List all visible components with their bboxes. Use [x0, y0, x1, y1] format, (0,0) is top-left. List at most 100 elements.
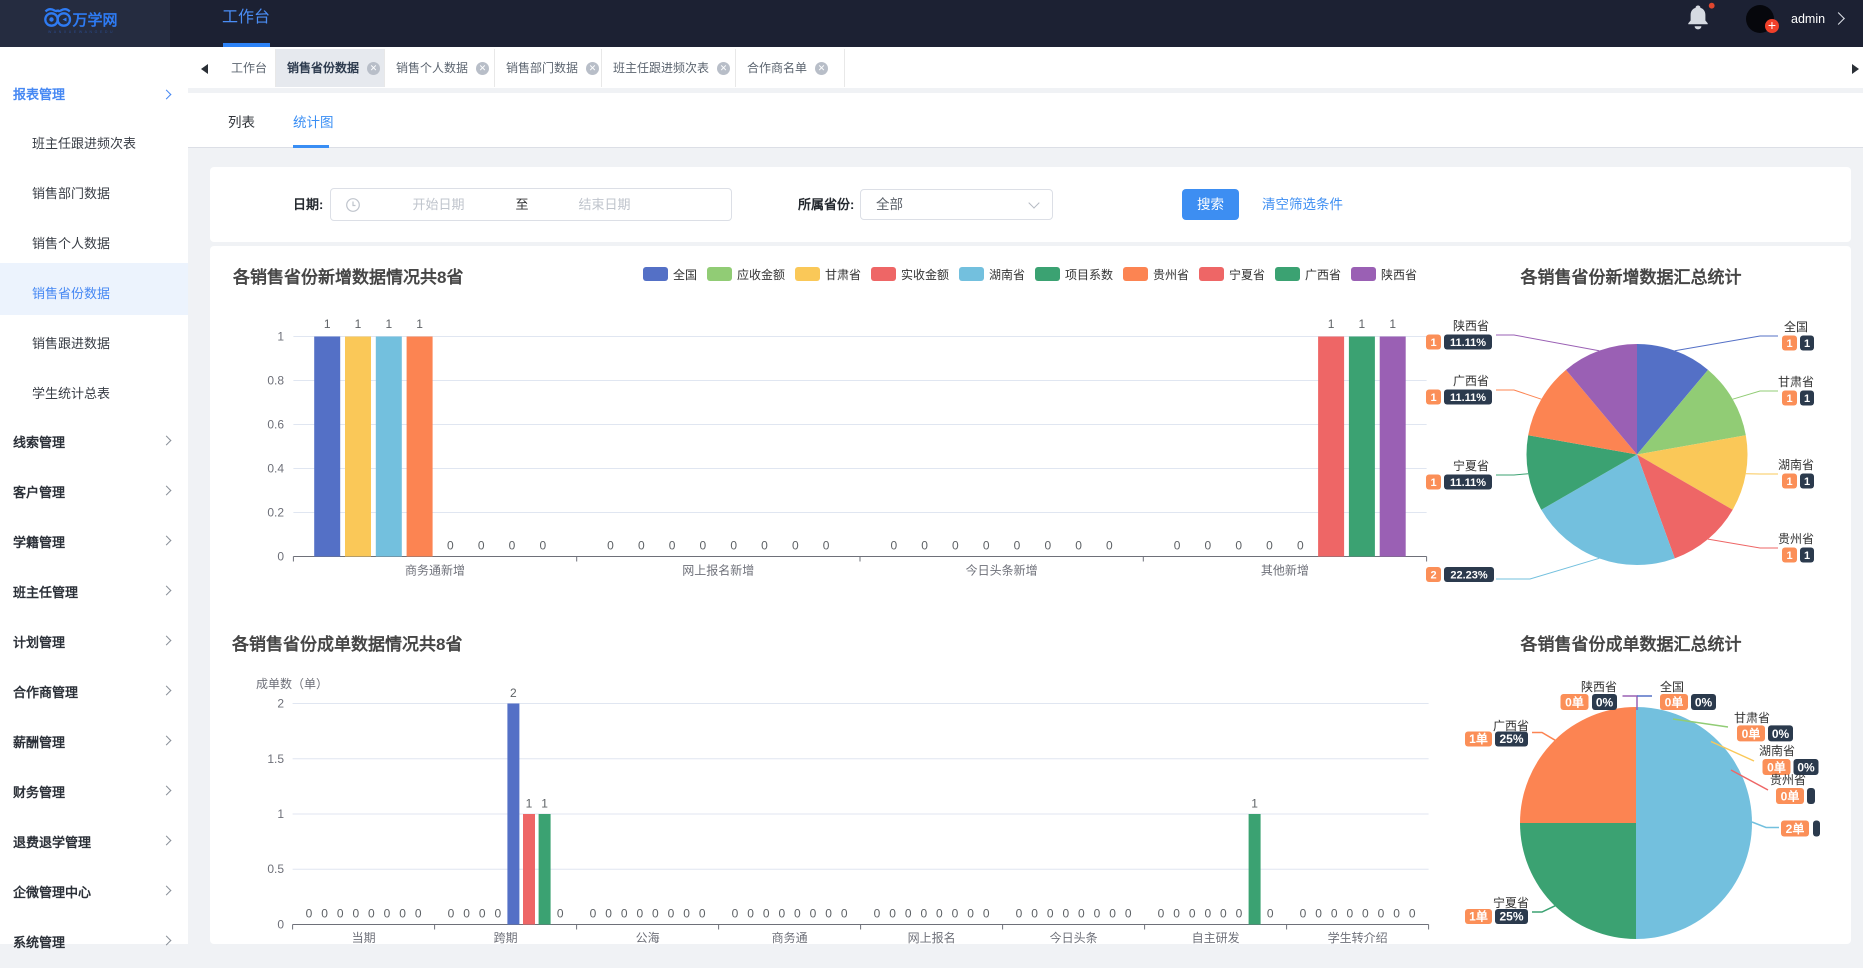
svg-text:贵州省: 贵州省 — [1778, 532, 1814, 546]
svg-text:0: 0 — [874, 907, 881, 921]
svg-text:0.4: 0.4 — [267, 462, 284, 476]
svg-text:0: 0 — [823, 539, 830, 553]
svg-text:0: 0 — [605, 907, 612, 921]
svg-text:1: 1 — [526, 797, 533, 811]
svg-text:0: 0 — [590, 907, 597, 921]
svg-text:0: 0 — [794, 907, 801, 921]
svg-text:22.23%: 22.23% — [1450, 570, 1488, 582]
svg-text:跨期: 跨期 — [494, 931, 518, 944]
svg-text:0: 0 — [983, 539, 990, 553]
svg-text:0: 0 — [841, 907, 848, 921]
svg-text:0: 0 — [1014, 539, 1021, 553]
svg-text:1: 1 — [541, 797, 548, 811]
svg-text:0: 0 — [763, 907, 770, 921]
svg-text:0: 0 — [638, 539, 645, 553]
svg-text:0: 0 — [415, 907, 422, 921]
svg-text:0: 0 — [905, 907, 912, 921]
svg-text:0: 0 — [825, 907, 832, 921]
svg-text:0: 0 — [509, 539, 516, 553]
svg-text:0: 0 — [1331, 907, 1338, 921]
svg-text:各销售省份成单数据情况共8省: 各销售省份成单数据情况共8省 — [231, 634, 462, 654]
svg-text:项目系数: 项目系数 — [1065, 267, 1113, 282]
svg-text:0: 0 — [306, 907, 313, 921]
svg-text:宁夏省: 宁夏省 — [1493, 895, 1529, 910]
svg-text:1: 1 — [1359, 317, 1366, 331]
svg-text:宁夏省: 宁夏省 — [1229, 267, 1265, 282]
svg-text:0: 0 — [447, 539, 454, 553]
svg-text:广西省: 广西省 — [1453, 374, 1489, 388]
svg-text:1: 1 — [1804, 393, 1810, 405]
svg-text:0: 0 — [792, 539, 799, 553]
svg-text:0: 0 — [1300, 907, 1307, 921]
svg-text:0: 0 — [277, 550, 284, 564]
svg-text:1: 1 — [1430, 337, 1436, 349]
svg-text:0%: 0% — [1596, 696, 1614, 710]
svg-text:实收金额: 实收金额 — [901, 267, 949, 282]
svg-text:学生转介绍: 学生转介绍 — [1328, 930, 1388, 944]
svg-text:公海: 公海 — [636, 930, 660, 944]
svg-text:0: 0 — [1315, 907, 1322, 921]
svg-text:0: 0 — [700, 539, 707, 553]
svg-text:0: 0 — [337, 907, 344, 921]
svg-text:1: 1 — [1804, 476, 1810, 488]
svg-text:0: 0 — [463, 907, 470, 921]
svg-text:0: 0 — [952, 539, 959, 553]
svg-text:0: 0 — [952, 907, 959, 921]
svg-text:25%: 25% — [1499, 910, 1523, 924]
svg-text:0单: 0单 — [1781, 789, 1800, 804]
svg-text:0: 0 — [1362, 907, 1369, 921]
svg-text:全国: 全国 — [1660, 679, 1684, 694]
svg-text:0: 0 — [621, 907, 628, 921]
svg-text:0: 0 — [1204, 907, 1211, 921]
svg-text:1: 1 — [277, 807, 284, 821]
svg-text:0: 0 — [1346, 907, 1353, 921]
svg-text:0: 0 — [920, 907, 927, 921]
svg-text:成单数（单）: 成单数（单） — [256, 676, 328, 691]
svg-text:0: 0 — [448, 907, 455, 921]
svg-text:网上报名新增: 网上报名新增 — [682, 563, 754, 578]
svg-text:0: 0 — [1267, 907, 1274, 921]
svg-text:0: 0 — [1125, 907, 1132, 921]
svg-text:0: 0 — [1236, 907, 1243, 921]
svg-text:0: 0 — [384, 907, 391, 921]
svg-text:0%: 0% — [1695, 696, 1713, 710]
svg-text:宁夏省: 宁夏省 — [1453, 458, 1489, 473]
svg-text:0: 0 — [557, 907, 564, 921]
svg-text:湖南省: 湖南省 — [1759, 743, 1795, 758]
svg-text:0: 0 — [368, 907, 375, 921]
svg-text:今日头条: 今日头条 — [1050, 930, 1098, 944]
svg-text:商务通新增: 商务通新增 — [405, 563, 465, 578]
svg-text:0: 0 — [1031, 907, 1038, 921]
svg-text:全国: 全国 — [673, 267, 697, 282]
svg-text:1: 1 — [277, 330, 284, 344]
svg-text:1: 1 — [1251, 797, 1258, 811]
svg-text:1: 1 — [324, 317, 331, 331]
svg-text:0: 0 — [761, 539, 768, 553]
svg-text:甘肃省: 甘肃省 — [825, 268, 861, 282]
svg-text:1: 1 — [416, 317, 423, 331]
svg-text:贵州省: 贵州省 — [1770, 773, 1806, 787]
svg-text:0%: 0% — [1772, 727, 1790, 741]
svg-text:0: 0 — [1174, 539, 1181, 553]
svg-text:2: 2 — [510, 686, 517, 700]
svg-text:各销售省份成单数据汇总统计: 各销售省份成单数据汇总统计 — [1520, 634, 1742, 654]
svg-text:各销售省份新增数据汇总统计: 各销售省份新增数据汇总统计 — [1520, 267, 1742, 287]
svg-text:陕西省: 陕西省 — [1381, 267, 1417, 282]
svg-text:1: 1 — [1328, 317, 1335, 331]
svg-text:2: 2 — [1430, 570, 1436, 582]
svg-text:0: 0 — [1109, 907, 1116, 921]
svg-text:2: 2 — [277, 697, 284, 711]
svg-text:各销售省份新增数据情况共8省: 各销售省份新增数据情况共8省 — [232, 267, 463, 287]
svg-text:0: 0 — [1044, 539, 1051, 553]
svg-text:0: 0 — [967, 907, 974, 921]
svg-text:湖南省: 湖南省 — [1778, 457, 1814, 472]
svg-text:0: 0 — [1220, 907, 1227, 921]
svg-text:0.8: 0.8 — [267, 374, 284, 388]
svg-text:0: 0 — [277, 918, 284, 932]
svg-text:陕西省: 陕西省 — [1581, 679, 1617, 694]
svg-text:其他新增: 其他新增 — [1261, 563, 1309, 578]
svg-text:广西省: 广西省 — [1493, 719, 1529, 733]
svg-text:0: 0 — [1173, 907, 1180, 921]
svg-text:自主研发: 自主研发 — [1192, 930, 1240, 944]
svg-text:0: 0 — [730, 539, 737, 553]
